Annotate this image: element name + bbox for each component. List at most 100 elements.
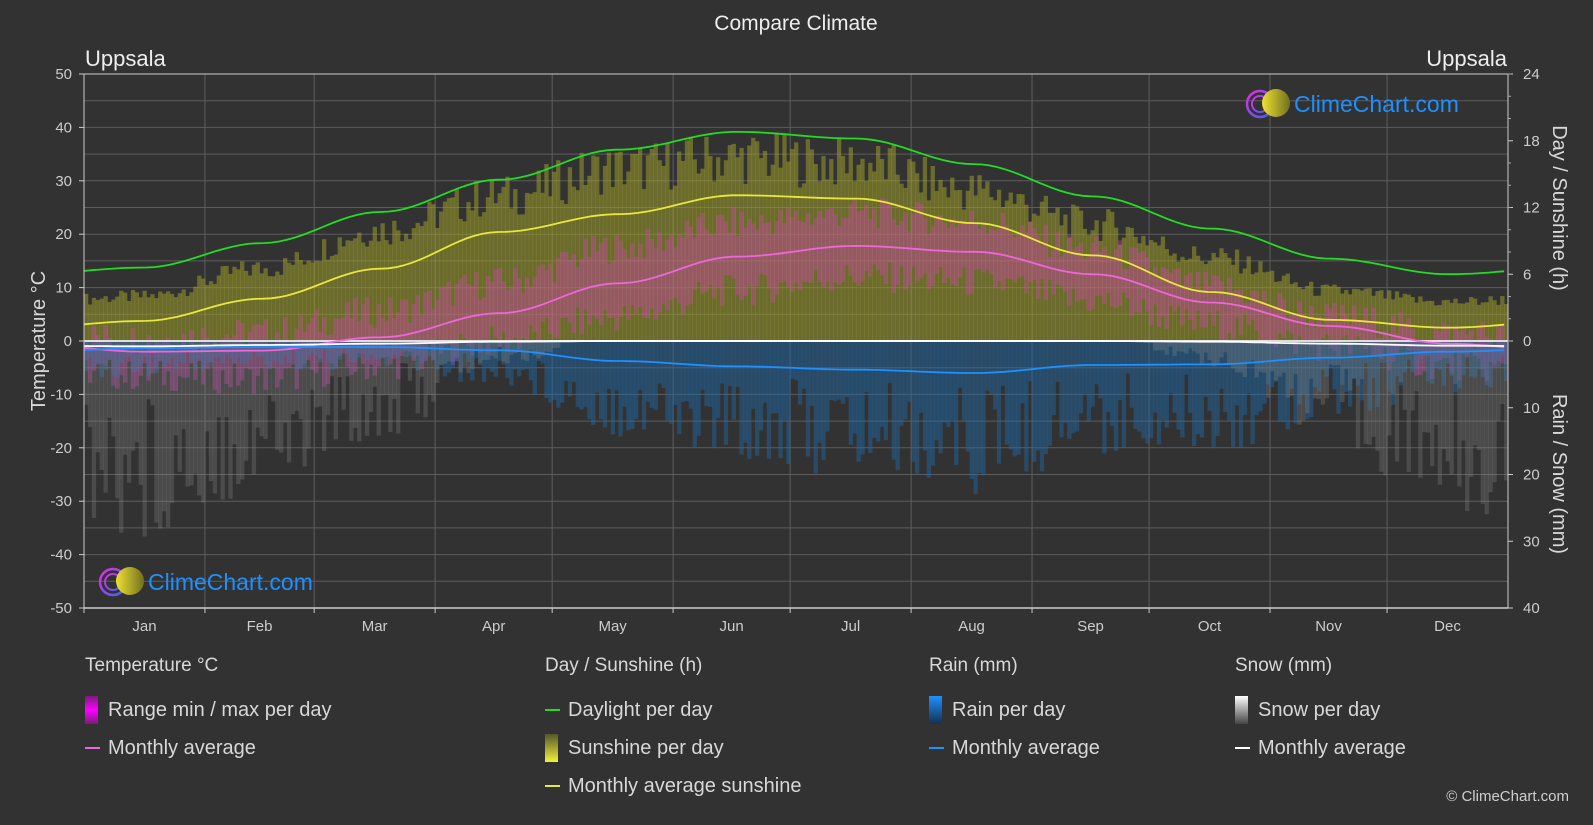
rain-bar <box>1008 341 1013 450</box>
snow-bar <box>462 341 467 367</box>
rain-bar <box>950 341 955 421</box>
snow-bar <box>1359 341 1365 380</box>
temp-range-bar <box>587 257 592 325</box>
snow-bar <box>232 341 237 445</box>
temp-range-bar <box>809 224 814 283</box>
sunshine-bar <box>318 261 323 341</box>
rain-bar <box>1156 341 1162 445</box>
rain-bar <box>1160 341 1166 420</box>
rain-bar <box>571 341 576 383</box>
temp-range-bar <box>673 246 678 298</box>
snow-bar <box>431 341 436 402</box>
snow-bar <box>150 341 155 406</box>
rain-bar <box>766 341 772 459</box>
left-axis-label: Temperature °C <box>28 271 50 411</box>
snow-bar <box>243 341 249 461</box>
legend-item: Monthly average sunshine <box>545 767 801 805</box>
rain-bar <box>606 341 612 390</box>
temp-range-bar <box>1067 234 1072 306</box>
left-tick-label: 30 <box>55 173 72 190</box>
snow-bar <box>1246 341 1251 363</box>
snow-bar <box>1375 341 1380 451</box>
sunshine-bar <box>1418 296 1423 341</box>
x-tick-label: Aug <box>958 618 985 635</box>
rain-bar <box>938 341 943 454</box>
temp-range-bar <box>1071 249 1076 289</box>
sunshine-bar <box>1426 300 1431 341</box>
x-tick-label: May <box>598 618 627 635</box>
rain-bar <box>1071 341 1076 434</box>
temp-range-bar <box>1121 269 1127 293</box>
snow-bar <box>353 341 358 428</box>
sunshine-bar <box>1387 290 1392 341</box>
temp-range-bar <box>875 228 881 271</box>
snow-bar <box>364 341 370 436</box>
rain-bar <box>649 341 654 408</box>
rain-bar <box>786 341 791 464</box>
temp-range-bar <box>1117 240 1123 306</box>
temp-range-bar <box>825 208 830 283</box>
temp-range-bar <box>989 227 994 275</box>
temp-range-bar <box>840 217 846 282</box>
sunshine-avg-line-icon <box>545 785 560 787</box>
temp-range-bar <box>1152 267 1158 305</box>
legend-item: Snow per day <box>1235 691 1406 729</box>
snow-bar <box>1195 341 1201 354</box>
temp-range-bar <box>1141 250 1146 300</box>
snow-bar <box>1176 341 1181 352</box>
snow-bar <box>388 341 393 433</box>
rain-bar <box>1145 341 1150 444</box>
rain-bar <box>1028 341 1033 382</box>
temp-range-bar <box>762 222 768 276</box>
right-tick-label-precip: 40 <box>1523 600 1540 617</box>
snow-bar <box>1203 341 1208 353</box>
rain-bar <box>688 341 694 409</box>
sunshine-bar <box>286 262 292 341</box>
rain-bar <box>825 341 830 432</box>
snow-bar <box>181 341 186 430</box>
snow-bar <box>1238 341 1244 373</box>
snow-bar <box>1402 341 1407 410</box>
rain-bar <box>1149 341 1154 439</box>
snow-bar <box>1398 341 1404 383</box>
sunshine-swatch-icon <box>545 734 558 762</box>
temp-range-bar <box>1191 291 1197 331</box>
temp-range-bar <box>1156 277 1162 328</box>
temp-range-bar <box>965 222 971 296</box>
rain-bar <box>1090 341 1095 407</box>
x-tick-label: Feb <box>247 618 273 635</box>
rain-bar <box>622 341 627 407</box>
x-tick-label: Apr <box>482 618 505 635</box>
sunshine-bar <box>1414 302 1419 341</box>
rain-bar <box>778 341 783 458</box>
rain-bar <box>1035 341 1041 451</box>
rain-bar <box>661 341 666 388</box>
snow-bar <box>267 341 272 396</box>
temp-range-bar <box>427 290 432 342</box>
rain-bar <box>856 341 861 462</box>
snow-bar <box>138 341 143 485</box>
temp-range-bar <box>637 243 643 308</box>
temp-range-bar <box>544 270 549 318</box>
rain-bar <box>868 341 873 454</box>
sunshine-bar <box>247 275 253 341</box>
snow-bar <box>1262 341 1267 373</box>
rain-bar <box>1086 341 1091 422</box>
snow-bar <box>1461 341 1466 441</box>
rain-bar <box>559 341 565 403</box>
rain-bar <box>1043 341 1049 455</box>
watermark-bottom: ClimeChart.com <box>98 567 313 597</box>
temp-range-swatch-icon <box>85 696 98 724</box>
temp-range-bar <box>891 219 896 294</box>
snow-bar <box>1472 341 1478 446</box>
logo-sun-icon <box>116 567 144 595</box>
rain-bar <box>1063 341 1068 423</box>
temp-range-bar <box>907 231 912 286</box>
rain-bar <box>860 341 865 455</box>
rain-bar <box>575 341 580 408</box>
x-tick-label: Jun <box>720 618 744 635</box>
sunshine-bar <box>134 292 140 341</box>
snow-bar <box>333 341 338 440</box>
snow-bar <box>349 341 354 441</box>
rain-bar <box>872 341 877 438</box>
